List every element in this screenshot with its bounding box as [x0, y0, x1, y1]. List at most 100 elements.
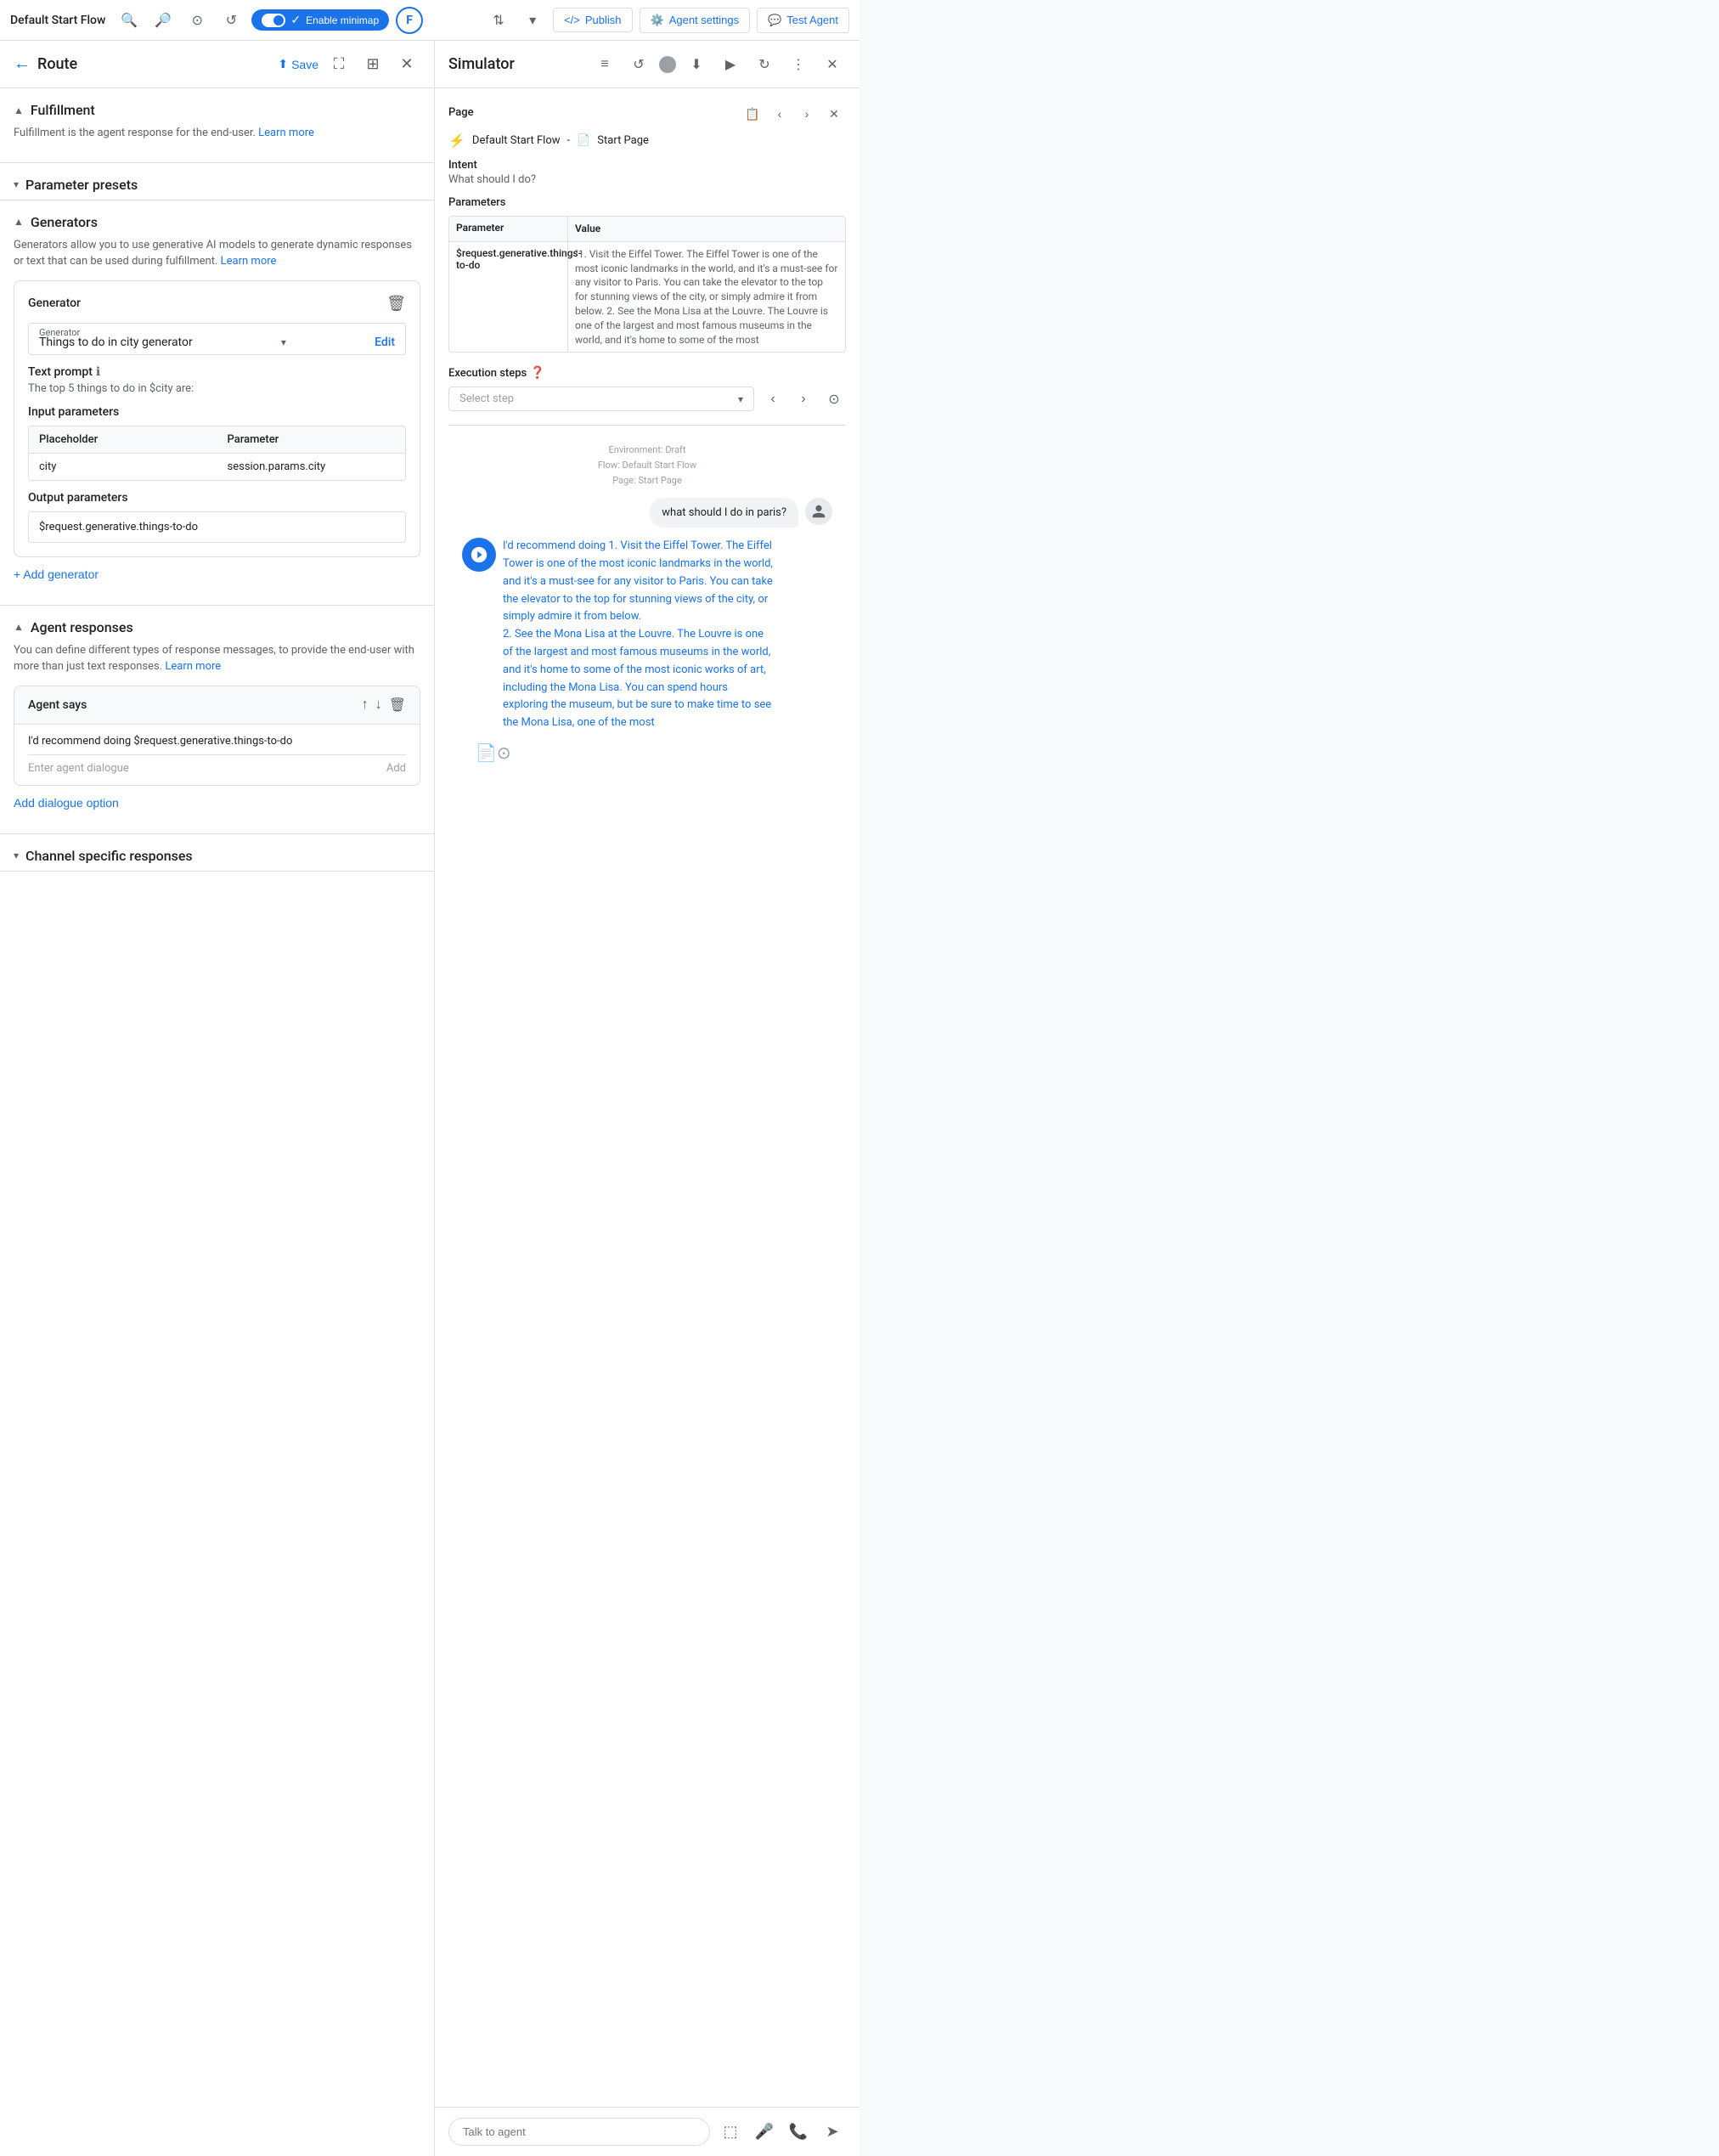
submit-text-icon[interactable]: ⬚: [717, 2119, 744, 2146]
output-field: $request.generative.things-to-do: [28, 511, 406, 543]
exec-steps-info-icon: ❓: [530, 366, 544, 380]
generator-card-header: Generator 🗑: [28, 295, 406, 313]
add-dialogue-option-button[interactable]: Add dialogue option: [14, 786, 119, 820]
fullscreen-icon[interactable]: ⛶: [325, 51, 352, 78]
user-message: what should I do in paris?: [462, 498, 832, 528]
agent-settings-button[interactable]: ⚙️ Agent settings: [640, 8, 751, 33]
page-label: Page: [448, 106, 474, 119]
page-doc-icon: 📄: [577, 134, 590, 147]
flow-name: Default Start Flow: [472, 134, 561, 147]
env-line3: Page: Start Page: [448, 473, 846, 488]
hamburger-icon[interactable]: ≡: [591, 51, 618, 78]
sim-params-row: $request.generative.things-to-do "1. Vis…: [449, 242, 845, 353]
chevron-up-agent: ▲: [14, 621, 24, 633]
channel-specific-header[interactable]: ▾ Channel specific responses: [0, 834, 434, 871]
agent-settings-label: Agent settings: [669, 14, 739, 26]
param-value-cell: "1. Visit the Eiffel Tower. The Eiffel T…: [568, 242, 845, 353]
params-row: city session.params.city: [29, 454, 405, 480]
generator-select-field[interactable]: Generator Things to do in city generator…: [28, 323, 406, 355]
zoom-out-icon[interactable]: 🔎: [149, 7, 177, 34]
fit-view-icon[interactable]: ⊙: [183, 7, 211, 34]
undo-sim-icon[interactable]: ↺: [625, 51, 652, 78]
microphone-icon[interactable]: 🎤: [751, 2119, 778, 2146]
input-params-table: Placeholder Parameter city session.param…: [28, 426, 406, 481]
next-step-btn[interactable]: ›: [792, 387, 815, 411]
edit-generator-link[interactable]: Edit: [375, 336, 395, 349]
delete-generator-button[interactable]: 🗑: [386, 295, 406, 313]
refresh-icon[interactable]: ↻: [751, 51, 778, 78]
simulator-header: Simulator ≡ ↺ ⬇ ▶ ↻ ⋮ ✕: [435, 41, 860, 88]
fulfillment-learn-more-link[interactable]: Learn more: [258, 127, 314, 139]
next-page-btn[interactable]: ›: [795, 102, 819, 126]
user-avatar[interactable]: F: [396, 7, 423, 34]
deploy-icon[interactable]: ⇅: [485, 7, 512, 34]
intent-value: What should I do?: [448, 173, 846, 186]
publish-button[interactable]: </> Publish: [553, 8, 632, 32]
phone-icon[interactable]: 📞: [785, 2119, 812, 2146]
env-line2: Flow: Default Start Flow: [448, 458, 846, 473]
download-icon[interactable]: ⬇: [683, 51, 710, 78]
delete-agent-says-button[interactable]: 🗑: [389, 697, 406, 714]
close-icon[interactable]: ✕: [393, 51, 420, 78]
minimap-toggle[interactable]: ✓ Enable minimap: [251, 9, 389, 31]
agent-says-actions: ↑ ↓ 🗑: [362, 697, 406, 714]
main-layout: ← Route ⬆ Save ⛶ ⊞ ✕ ▲ Fulfillment Fulfi…: [0, 41, 860, 2156]
fulfillment-header[interactable]: ▲ Fulfillment: [0, 88, 434, 125]
agent-responses-section: ▲ Agent responses You can define differe…: [0, 606, 434, 834]
agent-responses-title: Agent responses: [31, 619, 133, 635]
intent-label: Intent: [448, 159, 846, 172]
env-info: Environment: Draft Flow: Default Start F…: [448, 443, 846, 488]
record-icon[interactable]: [659, 56, 676, 73]
talk-to-agent-input[interactable]: [448, 2118, 710, 2146]
prev-page-btn[interactable]: ‹: [768, 102, 792, 126]
generator-card: Generator 🗑 Generator Things to do in ci…: [14, 280, 420, 557]
doc-loading-icon: 📄⊙: [476, 742, 819, 763]
agent-responses-learn-more-link[interactable]: Learn more: [165, 660, 221, 673]
more-options-icon[interactable]: ⋮: [785, 51, 812, 78]
prev-step-btn[interactable]: ‹: [761, 387, 785, 411]
agent-says-header: Agent says ↑ ↓ 🗑: [14, 686, 420, 725]
agent-responses-header[interactable]: ▲ Agent responses: [0, 606, 434, 642]
add-dialogue-btn-inline[interactable]: Add: [386, 762, 406, 775]
move-down-button[interactable]: ↓: [375, 697, 382, 714]
generators-learn-more-link[interactable]: Learn more: [221, 255, 277, 268]
save-button[interactable]: ⬆ Save: [278, 57, 318, 71]
test-agent-button[interactable]: 💬 Test Agent: [757, 8, 849, 33]
agent-says-title: Agent says: [28, 698, 87, 712]
select-step-placeholder: Select step: [459, 392, 514, 405]
deploy-dropdown-icon[interactable]: ▾: [519, 7, 546, 34]
generators-header[interactable]: ▲ Generators: [0, 200, 434, 237]
close-simulator-icon[interactable]: ✕: [819, 51, 846, 78]
info-icon: ℹ: [96, 365, 100, 379]
bot-icon: [462, 538, 496, 572]
zoom-in-icon[interactable]: 🔍: [116, 7, 143, 34]
layout-icon[interactable]: ⊞: [359, 51, 386, 78]
chevron-up-icon: ▲: [14, 104, 24, 116]
close-page-icon[interactable]: ✕: [822, 102, 846, 126]
right-panel: Simulator ≡ ↺ ⬇ ▶ ↻ ⋮ ✕ Page 📋 ‹ › ✕: [435, 41, 860, 2156]
exec-steps-label: Execution steps ❓: [448, 366, 846, 380]
fulfillment-title: Fulfillment: [31, 102, 95, 118]
send-icon[interactable]: ➤: [819, 2119, 846, 2146]
add-generator-button[interactable]: + Add generator: [14, 557, 99, 591]
parameter-presets-header[interactable]: ▾ Parameter presets: [0, 163, 434, 200]
param-name-cell: $request.generative.things-to-do: [449, 242, 568, 353]
dialogue-placeholder[interactable]: Enter agent dialogue: [28, 762, 129, 775]
save-icon: ⬆: [278, 57, 288, 71]
select-step-dropdown[interactable]: Select step ▾: [448, 387, 754, 411]
step-focus-icon[interactable]: ⊙: [822, 387, 846, 411]
parameters-label: Parameters: [448, 196, 846, 209]
back-button[interactable]: ←: [14, 54, 31, 74]
simulator-title: Simulator: [448, 55, 584, 73]
page-settings-icon[interactable]: 📋: [741, 102, 764, 126]
simulator-content: Page 📋 ‹ › ✕ ⚡ Default Start Flow - 📄 St…: [435, 88, 860, 2107]
play-icon[interactable]: ▶: [717, 51, 744, 78]
move-up-button[interactable]: ↑: [362, 697, 369, 714]
agent-dialogue-text: I'd recommend doing $request.generative.…: [28, 735, 406, 748]
fulfillment-content: Fulfillment is the agent response for th…: [0, 125, 434, 162]
sim-params-header: Parameter Value: [449, 217, 845, 242]
generators-section: ▲ Generators Generators allow you to use…: [0, 200, 434, 606]
minimap-label: Enable minimap: [306, 14, 379, 26]
undo-icon[interactable]: ↺: [217, 7, 245, 34]
user-icon: [805, 498, 832, 525]
